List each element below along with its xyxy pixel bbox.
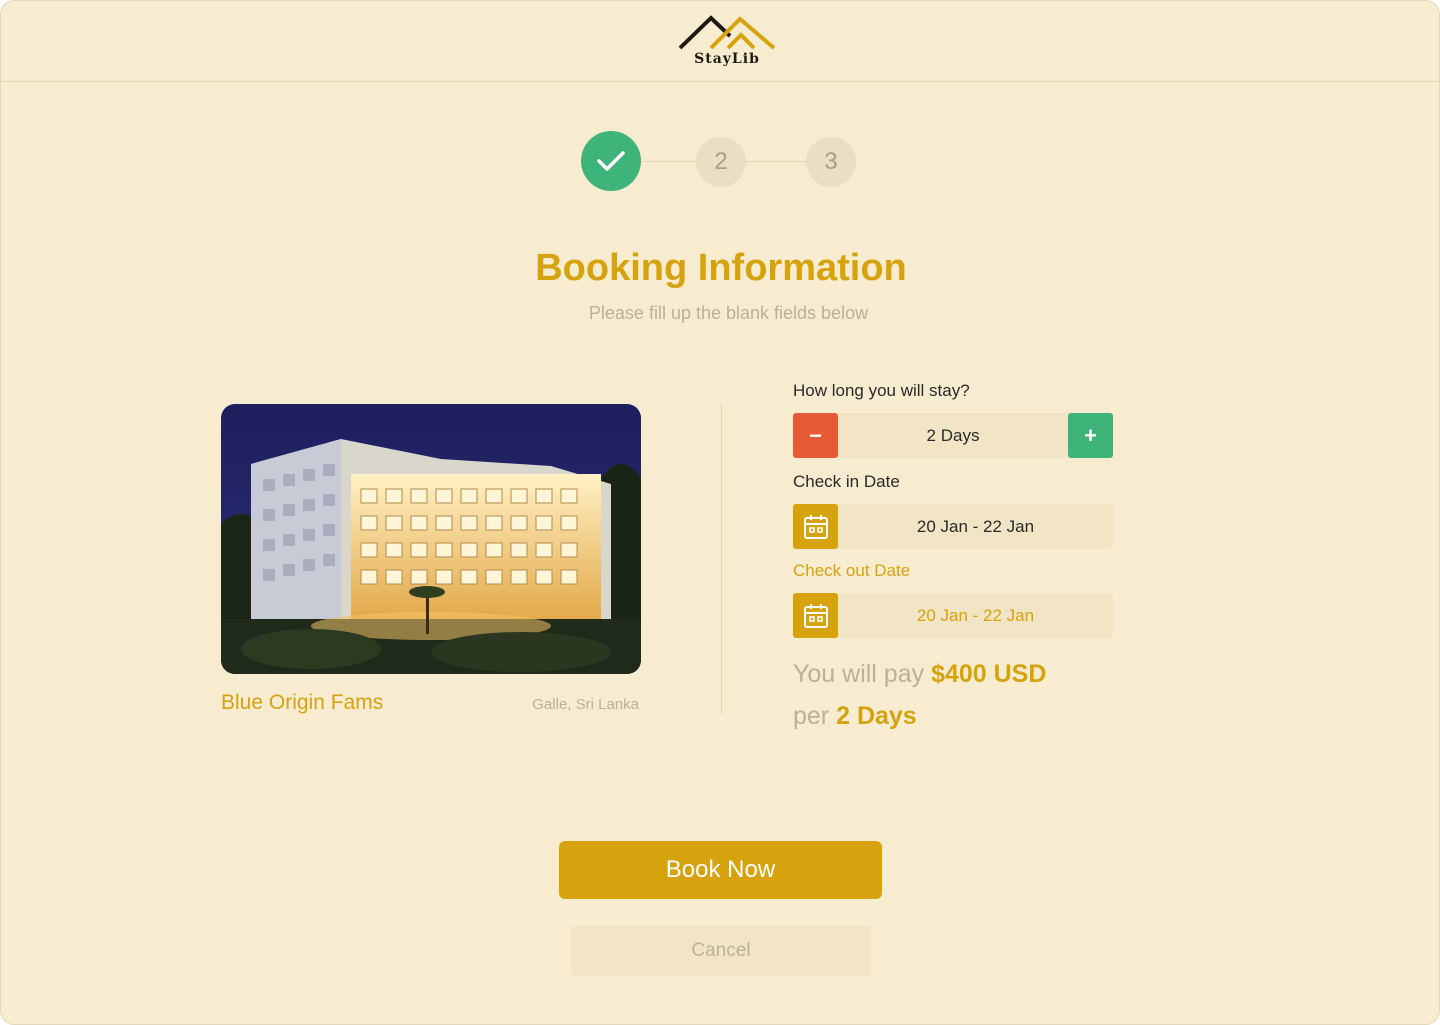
step-connector	[641, 161, 697, 162]
checkout-date-field[interactable]: 20 Jan - 22 Jan	[793, 593, 1113, 638]
decrease-duration-button[interactable]: −	[793, 413, 838, 458]
brand-name: StayLib	[694, 51, 760, 67]
hotel-building-image	[221, 404, 641, 674]
hotel-location: Galle, Sri Lanka	[532, 696, 639, 713]
book-now-button[interactable]: Book Now	[559, 841, 882, 899]
checkin-date-field[interactable]: 20 Jan - 22 Jan	[793, 504, 1113, 549]
hotel-photo	[221, 404, 641, 674]
roof-logo-icon	[678, 15, 776, 50]
top-bar: StayLib	[1, 1, 1439, 82]
step-2[interactable]: 2	[696, 137, 746, 187]
payment-per: per	[793, 702, 830, 730]
section-divider	[721, 404, 722, 714]
duration-value[interactable]: 2 Days	[838, 413, 1068, 458]
checkout-date-value[interactable]: 20 Jan - 22 Jan	[838, 593, 1113, 638]
step-3[interactable]: 3	[806, 137, 856, 187]
page-title: Booking Information	[535, 247, 907, 289]
payment-amount: $400 USD	[931, 660, 1047, 688]
payment-prefix: You will pay	[793, 660, 925, 688]
increase-duration-button[interactable]: +	[1068, 413, 1113, 458]
booking-page: StayLib 2 3 Booking Information Please f…	[0, 0, 1440, 1025]
calendar-icon[interactable]	[793, 504, 838, 549]
duration-label: How long you will stay?	[793, 381, 970, 400]
page-subtitle: Please fill up the blank fields below	[588, 303, 869, 323]
checkmark-icon	[597, 151, 625, 171]
calendar-icon[interactable]	[793, 593, 838, 638]
cancel-button[interactable]: Cancel	[571, 926, 871, 976]
payment-summary: You will pay $400 USD per 2 Days	[793, 653, 1193, 737]
checkin-label: Check in Date	[793, 472, 900, 491]
hotel-name: Blue Origin Fams	[221, 691, 384, 714]
step-connector	[746, 161, 806, 162]
step-1-complete[interactable]	[581, 131, 641, 191]
brand-logo[interactable]: StayLib	[678, 14, 776, 70]
payment-duration: 2 Days	[836, 702, 917, 730]
progress-stepper: 2 3	[1, 131, 1439, 193]
duration-stepper[interactable]: − 2 Days +	[793, 413, 1113, 458]
checkin-date-value[interactable]: 20 Jan - 22 Jan	[838, 504, 1113, 549]
checkout-label: Check out Date	[793, 561, 911, 580]
